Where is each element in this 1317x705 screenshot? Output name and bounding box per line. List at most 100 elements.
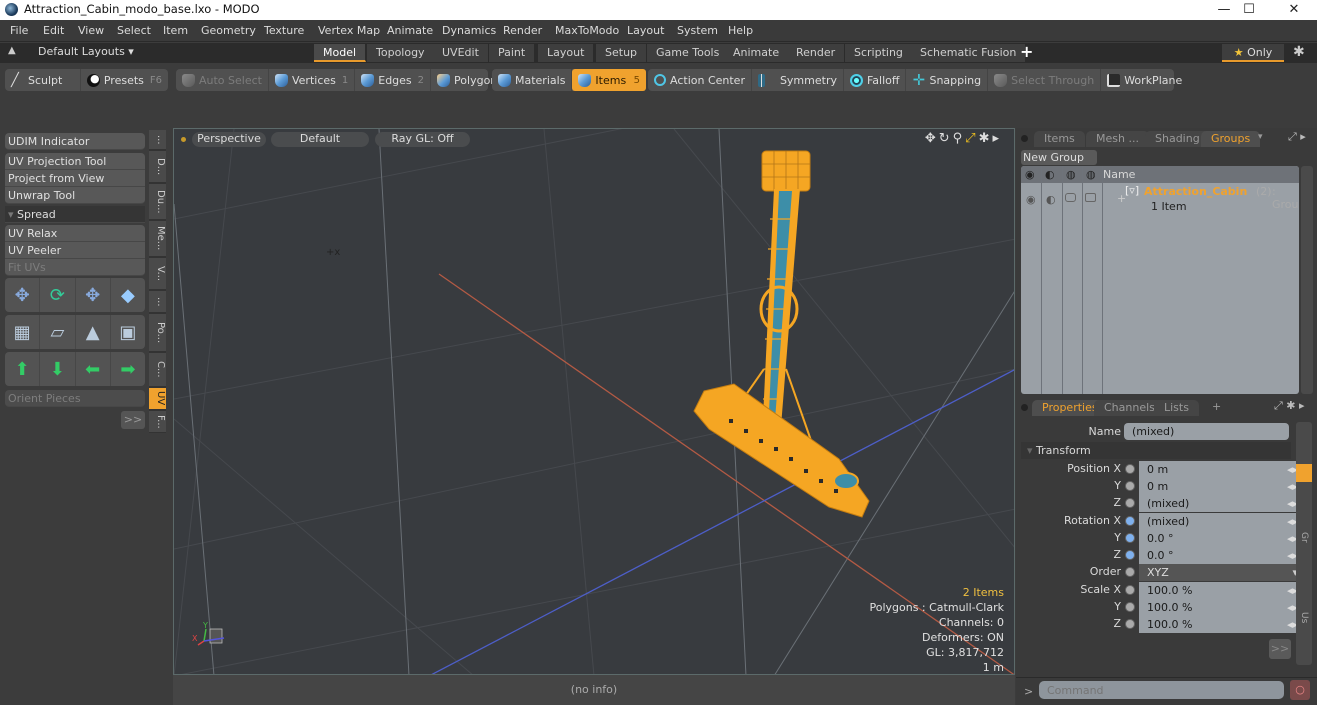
align-down-icon[interactable]: ⬇ xyxy=(40,352,76,386)
transform-section-header[interactable]: ▾ Transform xyxy=(1021,442,1291,459)
command-input[interactable] xyxy=(1039,681,1284,699)
render-toggle-icon[interactable]: ◐ xyxy=(1046,193,1056,206)
uv-sphere-icon[interactable]: ▣ xyxy=(111,315,145,349)
uv-scale-icon[interactable]: ✥ xyxy=(76,278,111,312)
tabs-dropdown-icon[interactable]: ▾ xyxy=(1258,132,1263,142)
workplane-button[interactable]: WorkPlane xyxy=(1101,69,1188,91)
render-column-icon[interactable]: ◐ xyxy=(1045,168,1055,181)
unwrap-tool-button[interactable]: Unwrap Tool xyxy=(5,187,145,204)
tab-model[interactable]: Model xyxy=(314,44,367,62)
project-from-view-button[interactable]: Project from View xyxy=(5,170,145,187)
scale-y-keyframe-toggle[interactable] xyxy=(1125,602,1135,612)
menu-file[interactable]: File xyxy=(10,24,28,37)
scale-z-keyframe-toggle[interactable] xyxy=(1125,619,1135,629)
rotation-y-keyframe-toggle[interactable] xyxy=(1125,533,1135,543)
menu-view[interactable]: View xyxy=(78,24,104,37)
lock-toggle-icon[interactable] xyxy=(1065,193,1076,202)
uv-projection-tool-button[interactable]: UV Projection Tool xyxy=(5,153,145,170)
layout-up-icon[interactable]: ▲ xyxy=(8,45,16,56)
menu-select[interactable]: Select xyxy=(117,24,151,37)
snapping-button[interactable]: ✛ Snapping xyxy=(906,69,989,91)
name-field[interactable]: (mixed) xyxy=(1124,423,1289,440)
scale-x-keyframe-toggle[interactable] xyxy=(1125,585,1135,595)
rotation-z-field[interactable]: 0.0 ° ◂▸ xyxy=(1139,547,1303,564)
falloff-button[interactable]: Falloff xyxy=(844,69,907,91)
materials-button[interactable]: Materials xyxy=(492,69,573,91)
record-macro-icon[interactable]: ○ xyxy=(1290,680,1310,700)
tab-animate[interactable]: Animate xyxy=(724,44,790,62)
uv-trapezoid-icon[interactable]: ▲ xyxy=(76,315,111,349)
add-props-tab-button[interactable]: + xyxy=(1212,400,1221,413)
raygl-toggle[interactable]: Ray GL: Off xyxy=(375,132,470,147)
attraction-cabin-mesh[interactable] xyxy=(693,150,870,518)
maximize-button[interactable]: ☐ xyxy=(1226,0,1272,20)
position-z-keyframe-toggle[interactable] xyxy=(1125,498,1135,508)
more-tools-button[interactable]: >> xyxy=(121,411,145,429)
menu-texture[interactable]: Texture xyxy=(264,24,304,37)
select-toggle-icon[interactable] xyxy=(1085,193,1096,202)
tab-render[interactable]: Render xyxy=(787,44,846,62)
vtab-f[interactable]: F... xyxy=(149,411,166,433)
position-y-keyframe-toggle[interactable] xyxy=(1125,481,1135,491)
uv-rotate-icon[interactable]: ⟳ xyxy=(40,278,76,312)
tab-scripting[interactable]: Scripting xyxy=(845,44,913,62)
props-vtab-active[interactable] xyxy=(1296,464,1312,482)
visibility-toggle-icon[interactable]: ◉ xyxy=(1026,193,1036,206)
tab-shading[interactable]: Shading xyxy=(1145,131,1210,147)
uv-peeler-button[interactable]: UV Peeler xyxy=(5,242,145,259)
menu-render[interactable]: Render xyxy=(503,24,542,37)
tab-game-tools[interactable]: Game Tools xyxy=(647,44,730,62)
order-field[interactable]: XYZ▾ xyxy=(1139,564,1303,581)
vtab-1[interactable]: ... xyxy=(149,130,166,150)
menu-geometry[interactable]: Geometry xyxy=(201,24,256,37)
rotation-y-field[interactable]: 0.0 ° ◂▸ xyxy=(1139,530,1303,547)
vtab-c[interactable]: C... xyxy=(149,353,166,387)
tab-paint[interactable]: Paint xyxy=(489,44,536,62)
view-mode-dropdown[interactable]: Perspective xyxy=(192,132,266,147)
add-layout-tab-button[interactable]: + xyxy=(1020,42,1033,61)
position-y-field[interactable]: 0 m ◂▸ xyxy=(1139,478,1303,495)
pan-icon[interactable]: ✥ xyxy=(925,131,939,146)
align-right-icon[interactable]: ➡ xyxy=(111,352,145,386)
rotation-x-field[interactable]: (mixed) ◂▸ xyxy=(1139,513,1303,530)
rotation-x-keyframe-toggle[interactable] xyxy=(1125,516,1135,526)
align-up-icon[interactable]: ⬆ xyxy=(5,352,41,386)
menu-help[interactable]: Help xyxy=(728,24,753,37)
shading-mode-dropdown[interactable]: Default xyxy=(271,132,369,147)
uv-cube-icon[interactable]: ▦ xyxy=(5,315,41,349)
uv-transform-icon[interactable]: ◆ xyxy=(111,278,145,312)
vtab-d[interactable]: D... xyxy=(149,151,166,183)
tab-mesh[interactable]: Mesh ... xyxy=(1086,131,1149,147)
more-properties-button[interactable]: >> xyxy=(1269,639,1291,659)
menu-dynamics[interactable]: Dynamics xyxy=(442,24,496,37)
edges-button[interactable]: Edges 2 xyxy=(355,69,432,91)
uv-move-icon[interactable]: ✥ xyxy=(5,278,41,312)
3d-viewport[interactable]: +x X Y Perspective Default Ray GL: Off ✥… xyxy=(173,128,1015,675)
menu-animate[interactable]: Animate xyxy=(387,24,433,37)
presets-button[interactable]: Presets F6 xyxy=(81,69,168,91)
position-x-field[interactable]: 0 m ◂▸ xyxy=(1139,461,1303,478)
tab-schematic-fusion[interactable]: Schematic Fusion xyxy=(911,44,1027,62)
close-button[interactable]: ✕ xyxy=(1271,0,1317,20)
menu-edit[interactable]: Edit xyxy=(43,24,64,37)
select-through-button[interactable]: Select Through xyxy=(988,69,1102,91)
order-keyframe-toggle[interactable] xyxy=(1125,567,1135,577)
position-x-keyframe-toggle[interactable] xyxy=(1125,464,1135,474)
group-row-attraction-cabin[interactable]: ◉ ◐ + [▿] Attraction_Cabin (2) : Group 1… xyxy=(1021,183,1299,217)
scale-y-field[interactable]: 100.0 % ◂▸ xyxy=(1139,599,1303,616)
scale-x-field[interactable]: 100.0 % ◂▸ xyxy=(1139,582,1303,599)
auto-select-button[interactable]: Auto Select xyxy=(176,69,269,91)
vtab-du[interactable]: Du... xyxy=(149,184,166,220)
vtab-me[interactable]: Me... xyxy=(149,221,166,257)
props-vertical-tab-strip[interactable]: Gr Us xyxy=(1296,422,1312,665)
menu-system[interactable]: System xyxy=(677,24,718,37)
orient-pieces-button[interactable]: Orient Pieces xyxy=(5,390,145,407)
tab-topology[interactable]: Topology xyxy=(367,44,435,62)
tab-uvedit[interactable]: UVEdit xyxy=(433,44,489,62)
vertices-button[interactable]: Vertices 1 xyxy=(269,69,356,91)
vtab-po[interactable]: Po... xyxy=(149,314,166,352)
lock-column-icon[interactable]: ◍ xyxy=(1066,168,1076,181)
only-favorites-toggle[interactable]: ★ Only xyxy=(1222,44,1284,62)
props-vtab-us[interactable]: Us xyxy=(1299,612,1309,623)
tab-layout[interactable]: Layout xyxy=(538,44,595,62)
